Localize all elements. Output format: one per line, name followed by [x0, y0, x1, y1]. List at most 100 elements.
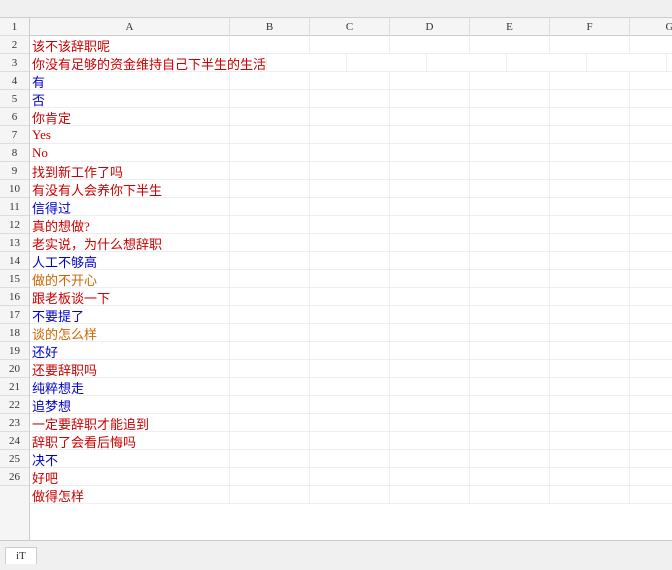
- table-cell: [230, 306, 310, 324]
- row-header: 25: [0, 450, 29, 468]
- table-cell: [550, 432, 630, 450]
- row-header: 15: [0, 270, 29, 288]
- table-cell: [470, 216, 550, 234]
- table-cell: [390, 468, 470, 486]
- row-header: 5: [0, 90, 29, 108]
- table-cell: [470, 306, 550, 324]
- table-cell: [630, 90, 672, 108]
- row-header: 19: [0, 342, 29, 360]
- table-cell: [390, 288, 470, 306]
- row-header: 24: [0, 432, 29, 450]
- table-cell: 一定要辞职才能追到: [30, 414, 230, 432]
- table-cell: [550, 162, 630, 180]
- col-header-f: F: [550, 18, 630, 36]
- table-cell: [390, 198, 470, 216]
- table-cell: 纯粹想走: [30, 378, 230, 396]
- table-cell: 不要提了: [30, 306, 230, 324]
- table-cell: [230, 432, 310, 450]
- table-row: 找到新工作了吗: [30, 162, 672, 180]
- table-cell: [550, 108, 630, 126]
- table-cell: [310, 270, 390, 288]
- table-cell: [230, 396, 310, 414]
- bottom-bar: iT: [0, 540, 672, 570]
- table-cell: [630, 270, 672, 288]
- table-cell: [390, 162, 470, 180]
- table-cell: 追梦想: [30, 396, 230, 414]
- table-cell: [630, 450, 672, 468]
- table-cell: [310, 342, 390, 360]
- table-cell: [630, 342, 672, 360]
- table-cell: [550, 306, 630, 324]
- table-cell: [550, 378, 630, 396]
- table-cell: [230, 342, 310, 360]
- row-header: 10: [0, 180, 29, 198]
- table-cell: [310, 144, 390, 162]
- table-cell: No: [30, 144, 230, 162]
- table-cell: [310, 162, 390, 180]
- table-cell: [390, 180, 470, 198]
- table-cell: [470, 198, 550, 216]
- table-cell: [470, 270, 550, 288]
- table-cell: [230, 270, 310, 288]
- table-cell: [630, 468, 672, 486]
- table-cell: [550, 216, 630, 234]
- table-cell: [230, 414, 310, 432]
- table-cell: [550, 90, 630, 108]
- table-row: 该不该辞职呢: [30, 36, 672, 54]
- table-cell: [550, 450, 630, 468]
- table-cell: [230, 126, 310, 144]
- table-cell: [230, 324, 310, 342]
- sheet-tab[interactable]: iT: [5, 547, 37, 564]
- table-cell: 老实说，为什么想辞职: [30, 234, 230, 252]
- table-cell: 跟老板谈一下: [30, 288, 230, 306]
- table-cell: [390, 36, 470, 54]
- table-cell: [550, 360, 630, 378]
- table-cell: [470, 144, 550, 162]
- row-header: 13: [0, 234, 29, 252]
- table-cell: [630, 72, 672, 90]
- table-cell: [310, 378, 390, 396]
- table-cell: [230, 108, 310, 126]
- table-row: 你没有足够的资金维持自己下半生的生活: [30, 54, 672, 72]
- col-header-a: A: [30, 18, 230, 36]
- table-cell: [310, 450, 390, 468]
- table-cell: 做得怎样: [30, 486, 230, 504]
- table-cell: [390, 252, 470, 270]
- table-row: 还要辞职吗: [30, 360, 672, 378]
- table-cell: [550, 396, 630, 414]
- row-header: 8: [0, 144, 29, 162]
- table-cell: [587, 54, 667, 72]
- table-cell: [230, 378, 310, 396]
- table-cell: [230, 90, 310, 108]
- table-cell: [310, 468, 390, 486]
- table-cell: [230, 252, 310, 270]
- table-cell: [630, 396, 672, 414]
- table-cell: [310, 288, 390, 306]
- table-cell: [390, 342, 470, 360]
- table-cell: [470, 450, 550, 468]
- table-cell: [310, 306, 390, 324]
- table-cell: [550, 252, 630, 270]
- table-cell: [507, 54, 587, 72]
- row-header: 26: [0, 468, 29, 486]
- row-header: 3: [0, 54, 29, 72]
- table-cell: [470, 252, 550, 270]
- content-area: 1234567891011121314151617181920212223242…: [0, 18, 672, 570]
- table-cell: [470, 234, 550, 252]
- table-cell: [347, 54, 427, 72]
- table-cell: [230, 162, 310, 180]
- table-cell: [310, 324, 390, 342]
- table-cell: [230, 288, 310, 306]
- table-row: 有: [30, 72, 672, 90]
- table-cell: [310, 216, 390, 234]
- table-cell: [390, 414, 470, 432]
- grid-rows: 该不该辞职呢你没有足够的资金维持自己下半生的生活有否你肯定YesNo找到新工作了…: [30, 36, 672, 504]
- table-cell: [630, 288, 672, 306]
- table-row: 好吧: [30, 468, 672, 486]
- table-row: 跟老板谈一下: [30, 288, 672, 306]
- table-cell: [230, 36, 310, 54]
- table-cell: 有: [30, 72, 230, 90]
- table-cell: [470, 432, 550, 450]
- col-header-b: B: [230, 18, 310, 36]
- row-header: 2: [0, 36, 29, 54]
